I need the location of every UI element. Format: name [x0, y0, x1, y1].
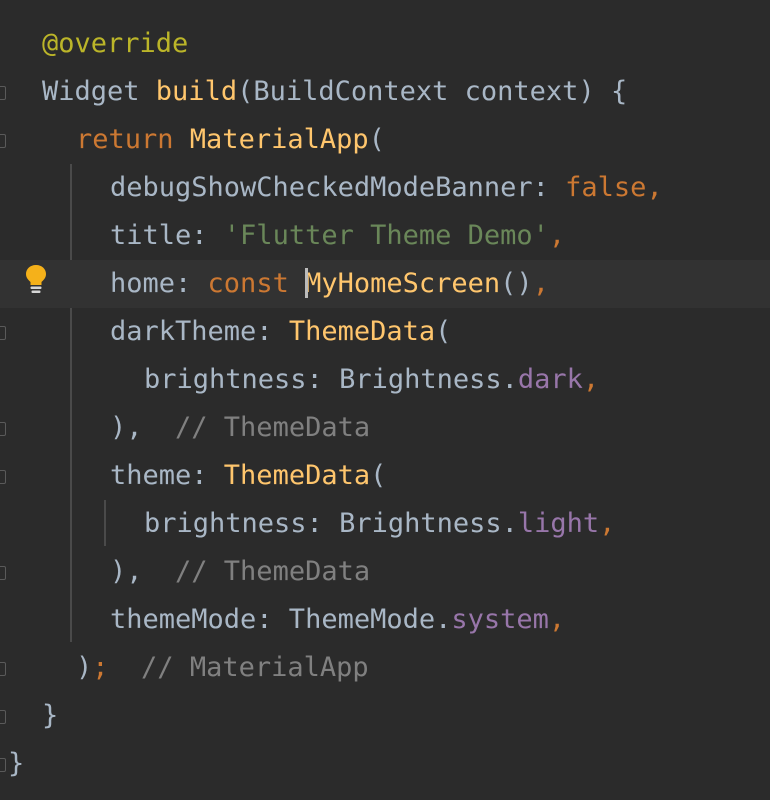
line-content: debugShowCheckedModeBanner: false, [110, 164, 663, 212]
code-token-plain: ( [435, 316, 452, 347]
line-content: theme: ThemeData( [110, 452, 386, 500]
line-content: themeMode: ThemeMode.system, [110, 596, 565, 644]
code-token-plain: } [42, 700, 59, 731]
code-token-keyword: const [207, 268, 306, 299]
code-token-keyword: return [76, 124, 190, 155]
code-line-8[interactable]: brightness: Brightness.dark, [0, 356, 770, 404]
code-token-keyword: , [599, 508, 616, 539]
code-token-field: dark [517, 364, 583, 395]
code-token-keyword: ; [92, 652, 109, 683]
code-token-plain: () [500, 268, 533, 299]
code-token-func: build [155, 76, 238, 107]
code-token-keyword: , [646, 172, 663, 203]
code-line-13[interactable]: themeMode: ThemeMode.system, [0, 596, 770, 644]
line-content: @override [42, 20, 188, 68]
code-line-11[interactable]: brightness: Brightness.light, [0, 500, 770, 548]
code-token-plain: home: [110, 268, 208, 299]
code-token-ctor: MaterialApp [189, 124, 369, 155]
line-content: return MaterialApp( [76, 116, 385, 164]
code-line-3[interactable]: return MaterialApp( [0, 116, 770, 164]
code-line-12[interactable]: ), // ThemeData [0, 548, 770, 596]
line-content: Widget build(BuildContext context) { [42, 68, 627, 116]
code-line-6-current[interactable]: home: const MyHomeScreen(), [0, 260, 770, 308]
code-token-comment: // MaterialApp [141, 652, 369, 683]
code-token-keyword: , [582, 364, 600, 395]
code-editor[interactable]: @override Widget build(BuildContext cont… [0, 0, 770, 800]
line-content: ); // MaterialApp [76, 644, 369, 692]
line-content: brightness: Brightness.light, [144, 500, 615, 548]
code-token-plain: ), [110, 412, 176, 443]
code-token-ctor: MyHomeScreen [305, 268, 501, 299]
code-token-comment: // ThemeData [175, 412, 371, 443]
line-content: title: 'Flutter Theme Demo', [110, 212, 565, 260]
line-content: ), // ThemeData [110, 548, 370, 596]
code-line-4[interactable]: debugShowCheckedModeBanner: false, [0, 164, 770, 212]
code-line-2[interactable]: Widget build(BuildContext context) { [0, 68, 770, 116]
code-token-keyword: , [548, 220, 566, 251]
code-line-16[interactable]: } [0, 740, 770, 788]
code-token-annotation: @override [42, 28, 189, 59]
line-content: } [8, 740, 24, 788]
code-line-5[interactable]: title: 'Flutter Theme Demo', [0, 212, 770, 260]
code-token-plain: title: [110, 220, 224, 251]
text-caret [305, 267, 309, 298]
code-token-plain: darkTheme: [110, 316, 289, 347]
code-token-plain: themeMode: ThemeMode. [110, 604, 452, 635]
code-token-plain: ), [110, 556, 176, 587]
code-token-ctor: ThemeData [223, 460, 371, 491]
code-token-comment: // ThemeData [175, 556, 371, 587]
line-content: brightness: Brightness.dark, [144, 356, 599, 404]
line-content: darkTheme: ThemeData( [110, 308, 451, 356]
line-content: ), // ThemeData [110, 404, 370, 452]
code-token-plain: debugShowCheckedModeBanner: [110, 172, 566, 203]
code-token-plain: theme: [110, 460, 224, 491]
code-line-1[interactable]: @override [0, 20, 770, 68]
lightbulb-icon[interactable] [24, 263, 48, 295]
code-token-keyword: false [565, 172, 647, 203]
code-line-9[interactable]: ), // ThemeData [0, 404, 770, 452]
code-token-plain: ( [370, 460, 387, 491]
code-token-plain: ( [368, 124, 385, 155]
code-token-field: system [451, 604, 549, 635]
code-line-10[interactable]: theme: ThemeData( [0, 452, 770, 500]
code-line-14[interactable]: ); // MaterialApp [0, 644, 770, 692]
code-token-field: light [517, 508, 600, 539]
code-token-string: 'Flutter Theme Demo' [223, 220, 549, 251]
code-token-ctor: ThemeData [288, 316, 436, 347]
code-line-7[interactable]: darkTheme: ThemeData( [0, 308, 770, 356]
code-token-keyword: , [532, 268, 549, 299]
code-token-plain: brightness: Brightness. [144, 364, 518, 395]
code-token-plain: } [8, 748, 25, 779]
code-token-plain: (BuildContext context) { [237, 76, 628, 107]
line-content: } [42, 692, 58, 740]
code-token-plain: Widget [42, 76, 156, 107]
code-token-plain: brightness: Brightness. [144, 508, 518, 539]
code-token-plain: ) [76, 652, 93, 683]
code-token-keyword: , [548, 604, 566, 635]
line-content: home: const MyHomeScreen(), [110, 260, 549, 308]
code-line-15[interactable]: } [0, 692, 770, 740]
